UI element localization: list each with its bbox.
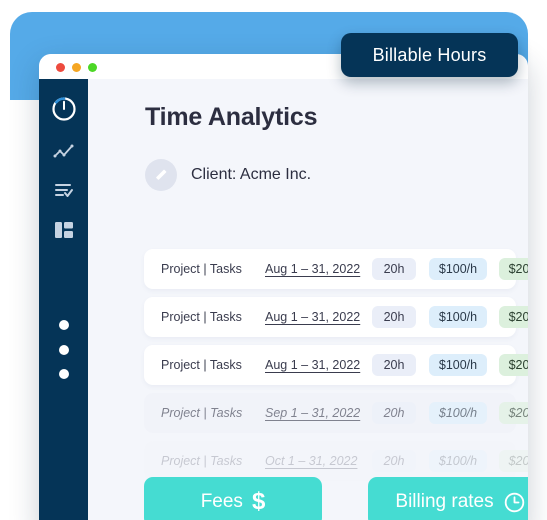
screenshot-root: Billable Hours Time Analytics Client: Ac… <box>0 0 547 520</box>
row-date-range[interactable]: Aug 1 – 31, 2022 <box>265 310 360 324</box>
fees-button[interactable]: Fees $ <box>144 477 322 520</box>
row-hours-badge: 20h <box>372 306 416 328</box>
row-hours-badge: 20h <box>372 354 416 376</box>
circular-progress-logo-icon <box>50 95 78 128</box>
sidebar-item-analytics[interactable] <box>39 141 88 167</box>
row-rate-badge: $100/h <box>429 354 487 376</box>
sidebar <box>39 79 88 520</box>
row-project: Project | Tasks <box>161 454 243 468</box>
row-rate-badge: $100/h <box>429 450 487 472</box>
billing-rates-button-label: Billing rates <box>395 491 494 512</box>
client-row[interactable]: Client: Acme Inc. <box>145 158 311 192</box>
sidebar-dot-3[interactable] <box>59 369 69 379</box>
sidebar-item-dashboard[interactable] <box>39 219 88 245</box>
billable-hours-label: Billable Hours <box>372 44 487 65</box>
page-title: Time Analytics <box>145 103 318 131</box>
close-window-button[interactable] <box>56 63 65 72</box>
sidebar-item-logo[interactable] <box>39 94 88 128</box>
fees-button-label: Fees <box>200 491 243 512</box>
analytics-chart-icon <box>53 143 75 166</box>
table-row[interactable]: Project | Tasks Aug 1 – 31, 2022 20h $10… <box>144 345 528 385</box>
row-rate-badge: $100/h <box>429 306 487 328</box>
dollar-icon: $ <box>251 488 266 515</box>
minimize-window-button[interactable] <box>72 63 81 72</box>
row-total-badge: $2000 <box>499 306 528 328</box>
row-hours-badge: 20h <box>372 450 416 472</box>
row-rate-badge: $100/h <box>429 402 487 424</box>
row-rate-badge: $100/h <box>429 258 487 280</box>
row-project: Project | Tasks <box>161 406 243 420</box>
row-date-range[interactable]: Oct 1 – 31, 2022 <box>265 454 357 468</box>
row-date-range[interactable]: Sep 1 – 31, 2022 <box>265 406 360 420</box>
billing-rates-button[interactable]: Billing rates <box>368 477 528 520</box>
table-row[interactable]: Project | Tasks Sep 1 – 31, 2022 20h $10… <box>144 393 528 433</box>
row-date-range[interactable]: Aug 1 – 31, 2022 <box>265 358 360 372</box>
row-total-badge: $2000 <box>499 402 528 424</box>
row-hours-badge: 20h <box>372 258 416 280</box>
client-name: Client: Acme Inc. <box>191 166 312 183</box>
sidebar-dot-2[interactable] <box>59 345 69 355</box>
time-entries-list: Project | Tasks Aug 1 – 31, 2022 20h $10… <box>144 249 528 489</box>
row-project: Project | Tasks <box>161 262 242 276</box>
table-row[interactable]: Project | Tasks Aug 1 – 31, 2022 20h $10… <box>144 297 528 337</box>
table-row[interactable]: Project | Tasks Oct 1 – 31, 2022 20h $10… <box>144 441 528 481</box>
row-project: Project | Tasks <box>161 358 242 372</box>
sidebar-item-tasks[interactable] <box>39 179 88 205</box>
clock-icon <box>503 491 526 514</box>
row-total-badge: $2000 <box>499 450 528 472</box>
sidebar-dot-1[interactable] <box>59 320 69 330</box>
row-total-badge: $2000 <box>499 354 528 376</box>
checklist-icon <box>53 181 75 204</box>
table-row[interactable]: Project | Tasks Aug 1 – 31, 2022 20h $10… <box>144 249 528 289</box>
row-total-badge: $2000 <box>499 258 528 280</box>
billable-hours-badge[interactable]: Billable Hours <box>341 33 518 77</box>
avatar <box>145 159 177 191</box>
row-project: Project | Tasks <box>161 310 242 324</box>
row-hours-badge: 20h <box>372 402 416 424</box>
main-content: Time Analytics Client: Acme Inc. Project… <box>88 79 528 520</box>
row-date-range[interactable]: Aug 1 – 31, 2022 <box>265 262 360 276</box>
app-window: Time Analytics Client: Acme Inc. Project… <box>39 54 528 520</box>
dashboard-layout-icon <box>53 220 75 245</box>
maximize-window-button[interactable] <box>88 63 97 72</box>
